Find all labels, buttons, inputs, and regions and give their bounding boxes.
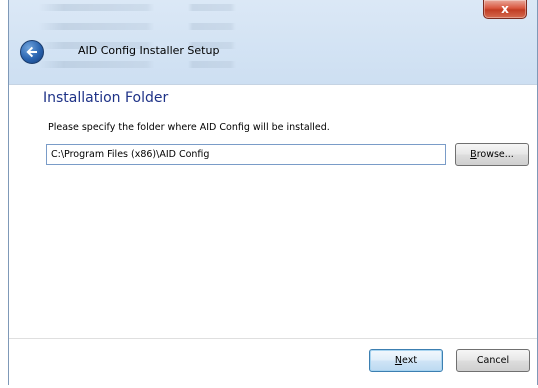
title-bar: x AID Config Installer Setup	[9, 0, 537, 84]
close-button[interactable]: x	[483, 0, 527, 19]
background-ghost-text	[39, 4, 279, 80]
cancel-button[interactable]: Cancel	[456, 349, 530, 372]
close-icon: x	[501, 2, 509, 16]
content-panel: Installation Folder Please specify the f…	[9, 84, 537, 339]
instruction-text: Please specify the folder where AID Conf…	[48, 122, 330, 133]
browse-button[interactable]: Browse...	[455, 143, 529, 166]
next-label-rest: ext	[402, 355, 418, 366]
next-button[interactable]: Next	[369, 349, 443, 372]
page-heading: Installation Folder	[43, 90, 169, 106]
back-button[interactable]	[20, 40, 44, 64]
back-arrow-icon	[26, 46, 37, 58]
browse-label-rest: rowse...	[476, 149, 514, 160]
next-access-key: N	[394, 355, 403, 366]
window-title: AID Config Installer Setup	[78, 44, 220, 57]
footer-bar: Next Cancel	[9, 338, 537, 385]
installer-window: x AID Config Installer Setup Installatio…	[8, 0, 538, 385]
install-path-input[interactable]	[46, 144, 446, 165]
